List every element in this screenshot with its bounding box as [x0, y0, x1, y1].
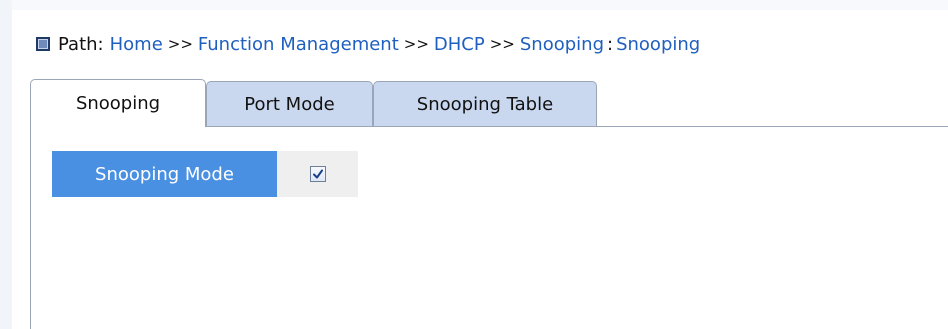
left-strip	[0, 0, 12, 329]
tab-port-mode[interactable]: Port Mode	[206, 81, 373, 126]
snooping-mode-label: Snooping Mode	[52, 151, 277, 197]
top-strip	[0, 0, 948, 10]
breadcrumb-snooping[interactable]: Snooping	[520, 34, 604, 55]
path-label: Path:	[58, 33, 104, 55]
tab-bar: Snooping Port Mode Snooping Table	[30, 79, 948, 128]
content-left-border	[30, 127, 31, 329]
breadcrumb-separator: >>	[167, 35, 193, 53]
breadcrumb-function-management[interactable]: Function Management	[198, 34, 399, 55]
breadcrumb-current[interactable]: Snooping	[616, 34, 700, 55]
breadcrumb-separator: >>	[489, 35, 515, 53]
snooping-mode-row: Snooping Mode	[52, 151, 358, 197]
checkmark-icon	[312, 169, 323, 179]
breadcrumb-home[interactable]: Home	[110, 34, 163, 55]
tab-snooping-table[interactable]: Snooping Table	[373, 81, 597, 126]
breadcrumb: Path: Home >> Function Management >> DHC…	[36, 32, 700, 56]
breadcrumb-separator: >>	[403, 35, 429, 53]
tab-snooping[interactable]: Snooping	[30, 79, 206, 127]
snooping-mode-value-cell	[277, 151, 358, 197]
snooping-mode-checkbox[interactable]	[309, 166, 326, 182]
breadcrumb-dhcp[interactable]: DHCP	[434, 34, 485, 55]
breadcrumb-colon: :	[607, 33, 614, 55]
path-square-icon	[36, 37, 50, 51]
